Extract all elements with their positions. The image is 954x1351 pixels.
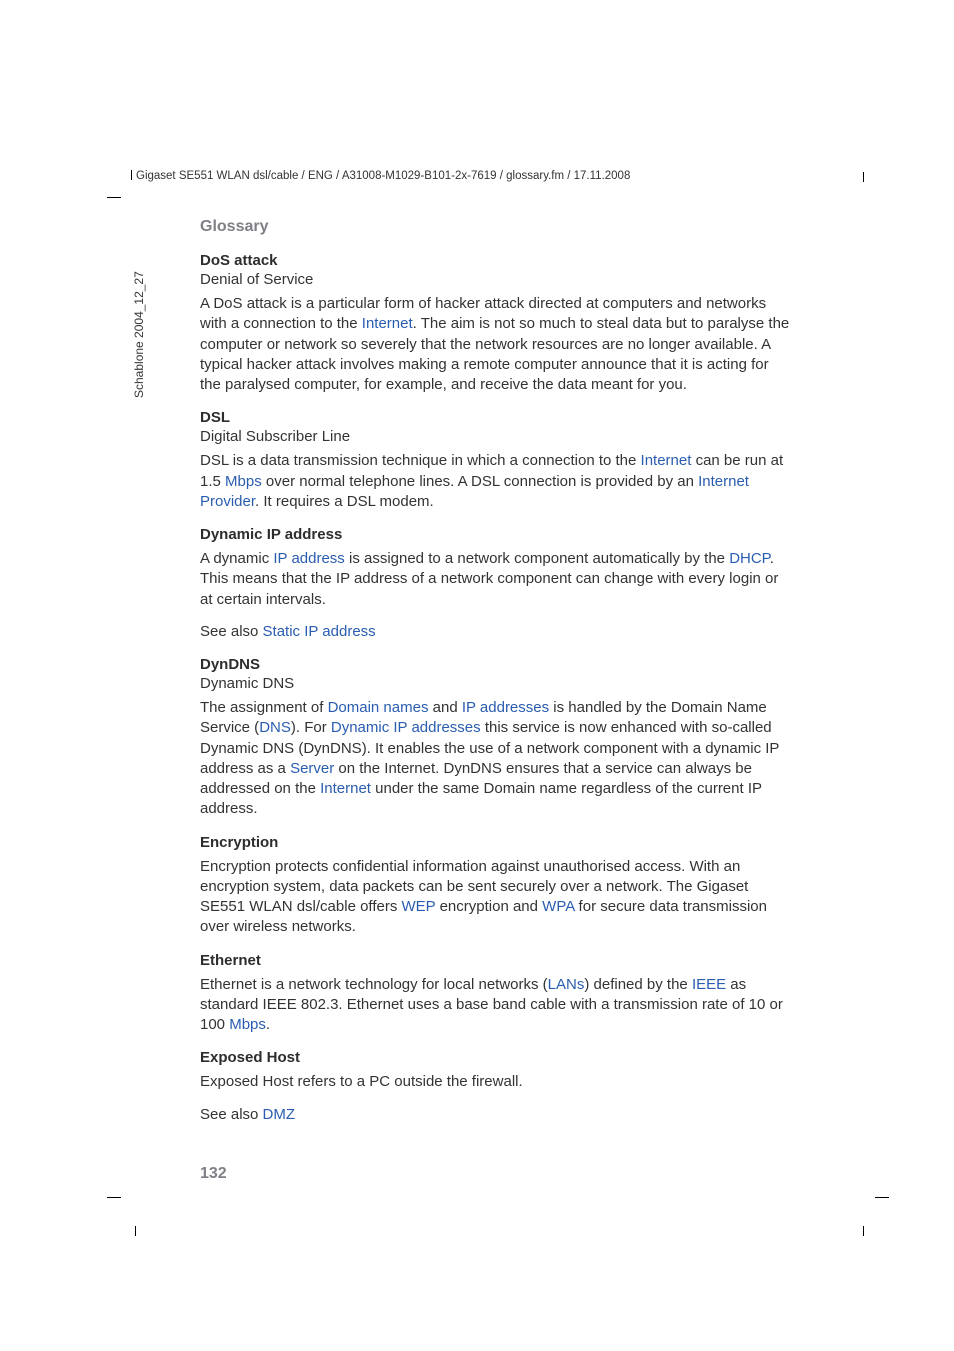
para-dyndns: The assignment of Domain names and IP ad… [200, 698, 790, 820]
text: over normal telephone lines. A DSL conne… [262, 473, 698, 490]
link-mbps[interactable]: Mbps [225, 473, 262, 490]
term-dsl: DSL [200, 409, 790, 426]
text: and [428, 699, 461, 716]
crop-mark [107, 1197, 121, 1198]
text: encryption and [435, 898, 542, 915]
link-internet[interactable]: Internet [641, 452, 692, 469]
text: See also [200, 623, 263, 640]
sidebar-template-label: Schablone 2004_12_27 [132, 271, 146, 398]
header-path: Gigaset SE551 WLAN dsl/cable / ENG / A31… [136, 170, 630, 182]
term-dynamic-ip: Dynamic IP address [200, 526, 790, 543]
text: ). For [291, 719, 331, 736]
crop-mark [107, 197, 121, 198]
term-encryption: Encryption [200, 834, 790, 851]
term-exposed-host: Exposed Host [200, 1049, 790, 1066]
text: . It requires a DSL modem. [255, 493, 434, 510]
text: The assignment of [200, 699, 328, 716]
link-static-ip[interactable]: Static IP address [263, 623, 376, 640]
link-dhcp[interactable]: DHCP [729, 550, 770, 567]
link-dns[interactable]: DNS [259, 719, 291, 736]
link-server[interactable]: Server [290, 760, 334, 777]
term-dos-attack: DoS attack [200, 252, 790, 269]
text: A dynamic [200, 550, 273, 567]
subterm-dsl: Digital Subscriber Line [200, 428, 790, 445]
main-content: Glossary DoS attack Denial of Service A … [200, 218, 790, 1137]
para-dynip-1: A dynamic IP address is assigned to a ne… [200, 549, 790, 610]
crop-mark [135, 1226, 136, 1236]
section-title: Glossary [200, 218, 790, 236]
crop-mark [863, 1226, 864, 1236]
link-wpa[interactable]: WPA [542, 898, 574, 915]
link-lans[interactable]: LANs [548, 976, 585, 993]
text: is assigned to a network component autom… [345, 550, 729, 567]
link-mbps[interactable]: Mbps [229, 1016, 266, 1033]
link-internet[interactable]: Internet [362, 315, 413, 332]
page-number: 132 [200, 1165, 227, 1183]
para-dsl: DSL is a data transmission technique in … [200, 451, 790, 512]
link-ip-addresses[interactable]: IP addresses [462, 699, 549, 716]
para-dynip-2: See also Static IP address [200, 622, 790, 642]
para-encryption: Encryption protects confidential informa… [200, 857, 790, 938]
para-exposed-2: See also DMZ [200, 1105, 790, 1125]
link-domain-names[interactable]: Domain names [328, 699, 429, 716]
link-ieee[interactable]: IEEE [692, 976, 726, 993]
text: See also [200, 1106, 263, 1123]
term-dyndns: DynDNS [200, 656, 790, 673]
text: DSL is a data transmission technique in … [200, 452, 641, 469]
link-dynamic-ip-addresses[interactable]: Dynamic IP addresses [331, 719, 481, 736]
link-internet[interactable]: Internet [320, 780, 371, 797]
crop-mark [875, 1197, 889, 1198]
para-dos: A DoS attack is a particular form of hac… [200, 294, 790, 395]
link-ip-address[interactable]: IP address [273, 550, 344, 567]
para-exposed-1: Exposed Host refers to a PC outside the … [200, 1072, 790, 1092]
text: . [266, 1016, 270, 1033]
crop-mark [863, 172, 864, 182]
link-dmz[interactable]: DMZ [263, 1106, 296, 1123]
subterm-dyndns: Dynamic DNS [200, 675, 790, 692]
term-ethernet: Ethernet [200, 952, 790, 969]
text: ) defined by the [584, 976, 692, 993]
header-tick-mark [131, 170, 132, 180]
subterm-dos: Denial of Service [200, 271, 790, 288]
text: Ethernet is a network technology for loc… [200, 976, 548, 993]
para-ethernet: Ethernet is a network technology for loc… [200, 975, 790, 1036]
link-wep[interactable]: WEP [402, 898, 436, 915]
